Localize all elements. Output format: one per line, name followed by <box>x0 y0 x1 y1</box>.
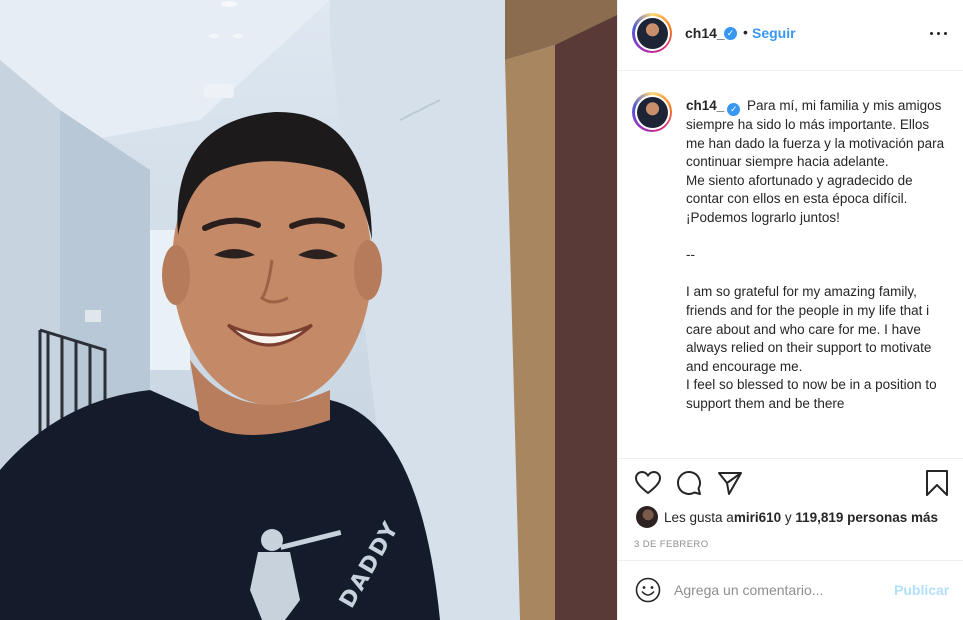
caption-text: Para mí, mi familia y mis amigos siempre… <box>686 98 945 411</box>
emoji-icon[interactable] <box>635 577 661 603</box>
post-header: ch14_ ✓ • Seguir <box>618 0 963 71</box>
ceiling-lamp <box>204 84 234 98</box>
verified-badge-icon: ✓ <box>727 103 741 116</box>
post-date[interactable]: 3 DE FEBRERO <box>634 539 708 550</box>
author-username[interactable]: ch14_ <box>685 25 725 41</box>
comments-section[interactable]: ch14_ ✓ Para mí, mi familia y mis amigos … <box>618 72 963 458</box>
bookmark-icon[interactable] <box>923 469 951 497</box>
verified-badge-icon: ✓ <box>724 27 737 40</box>
liker-avatar[interactable] <box>636 506 658 528</box>
likes-prefix: Les gusta a <box>664 509 734 525</box>
likes-summary: Les gusta a miri610 y 119,819 personas m… <box>636 505 938 529</box>
comment-input[interactable] <box>674 579 874 601</box>
post-actions: Les gusta a miri610 y 119,819 personas m… <box>618 458 963 560</box>
liker-username[interactable]: miri610 <box>734 510 781 525</box>
door <box>555 0 617 620</box>
post-side-panel: ch14_ ✓ • Seguir ch14_ ✓ Para mí, mi fami… <box>617 0 963 620</box>
heart-icon[interactable] <box>634 469 662 497</box>
likes-count[interactable]: 119,819 personas más <box>795 510 938 525</box>
more-options-icon[interactable] <box>928 25 952 41</box>
caption-username[interactable]: ch14_ <box>686 98 724 113</box>
paper-plane-icon[interactable] <box>716 469 744 497</box>
selfie-illustration <box>0 0 617 620</box>
likes-joiner: y <box>781 509 796 525</box>
caption-author-avatar[interactable] <box>632 92 672 132</box>
comment-bar: Publicar <box>618 560 963 620</box>
header-separator: • <box>743 24 748 40</box>
comment-icon[interactable] <box>675 469 703 497</box>
post-caption: ch14_ ✓ Para mí, mi familia y mis amigos … <box>686 97 946 414</box>
post-photo[interactable]: DADDY <box>0 0 617 620</box>
follow-button[interactable]: Seguir <box>752 25 796 41</box>
author-avatar[interactable] <box>632 13 672 53</box>
publish-button[interactable]: Publicar <box>894 582 949 598</box>
